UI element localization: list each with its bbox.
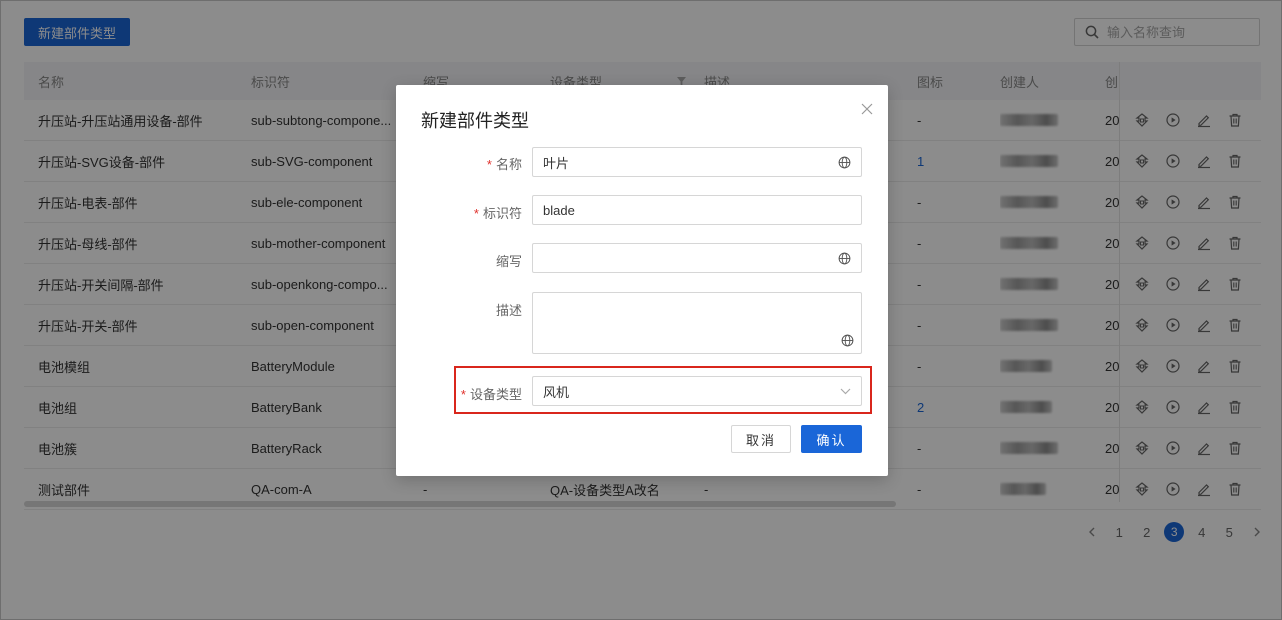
- confirm-button[interactable]: 确认: [801, 425, 862, 453]
- name-field-label: * 名称: [486, 157, 522, 172]
- ident-value: blade: [543, 202, 575, 218]
- chevron-down-icon: [840, 388, 851, 394]
- globe-icon[interactable]: [838, 156, 851, 169]
- cancel-button[interactable]: 取消: [731, 425, 791, 453]
- new-component-type-dialog: 新建部件类型 * 名称 叶片 * 标识符 blade 缩写 描述 * 设备类型 风机 …: [396, 85, 888, 476]
- abbr-input[interactable]: [532, 243, 862, 273]
- device-type-value: 风机: [543, 384, 570, 400]
- name-value: 叶片: [543, 155, 570, 171]
- desc-field-label: 描述: [495, 303, 522, 318]
- close-icon[interactable]: [859, 101, 875, 117]
- globe-icon[interactable]: [838, 252, 851, 265]
- name-input[interactable]: 叶片: [532, 147, 862, 177]
- device-type-select[interactable]: 风机: [532, 376, 862, 406]
- ident-field-label: * 标识符: [473, 206, 522, 221]
- device-type-field-label: * 设备类型: [460, 387, 522, 402]
- ident-input[interactable]: blade: [532, 195, 862, 225]
- desc-textarea[interactable]: [532, 292, 862, 354]
- abbr-field-label: 缩写: [495, 254, 522, 269]
- dialog-title: 新建部件类型: [421, 111, 529, 131]
- globe-icon[interactable]: [841, 334, 854, 347]
